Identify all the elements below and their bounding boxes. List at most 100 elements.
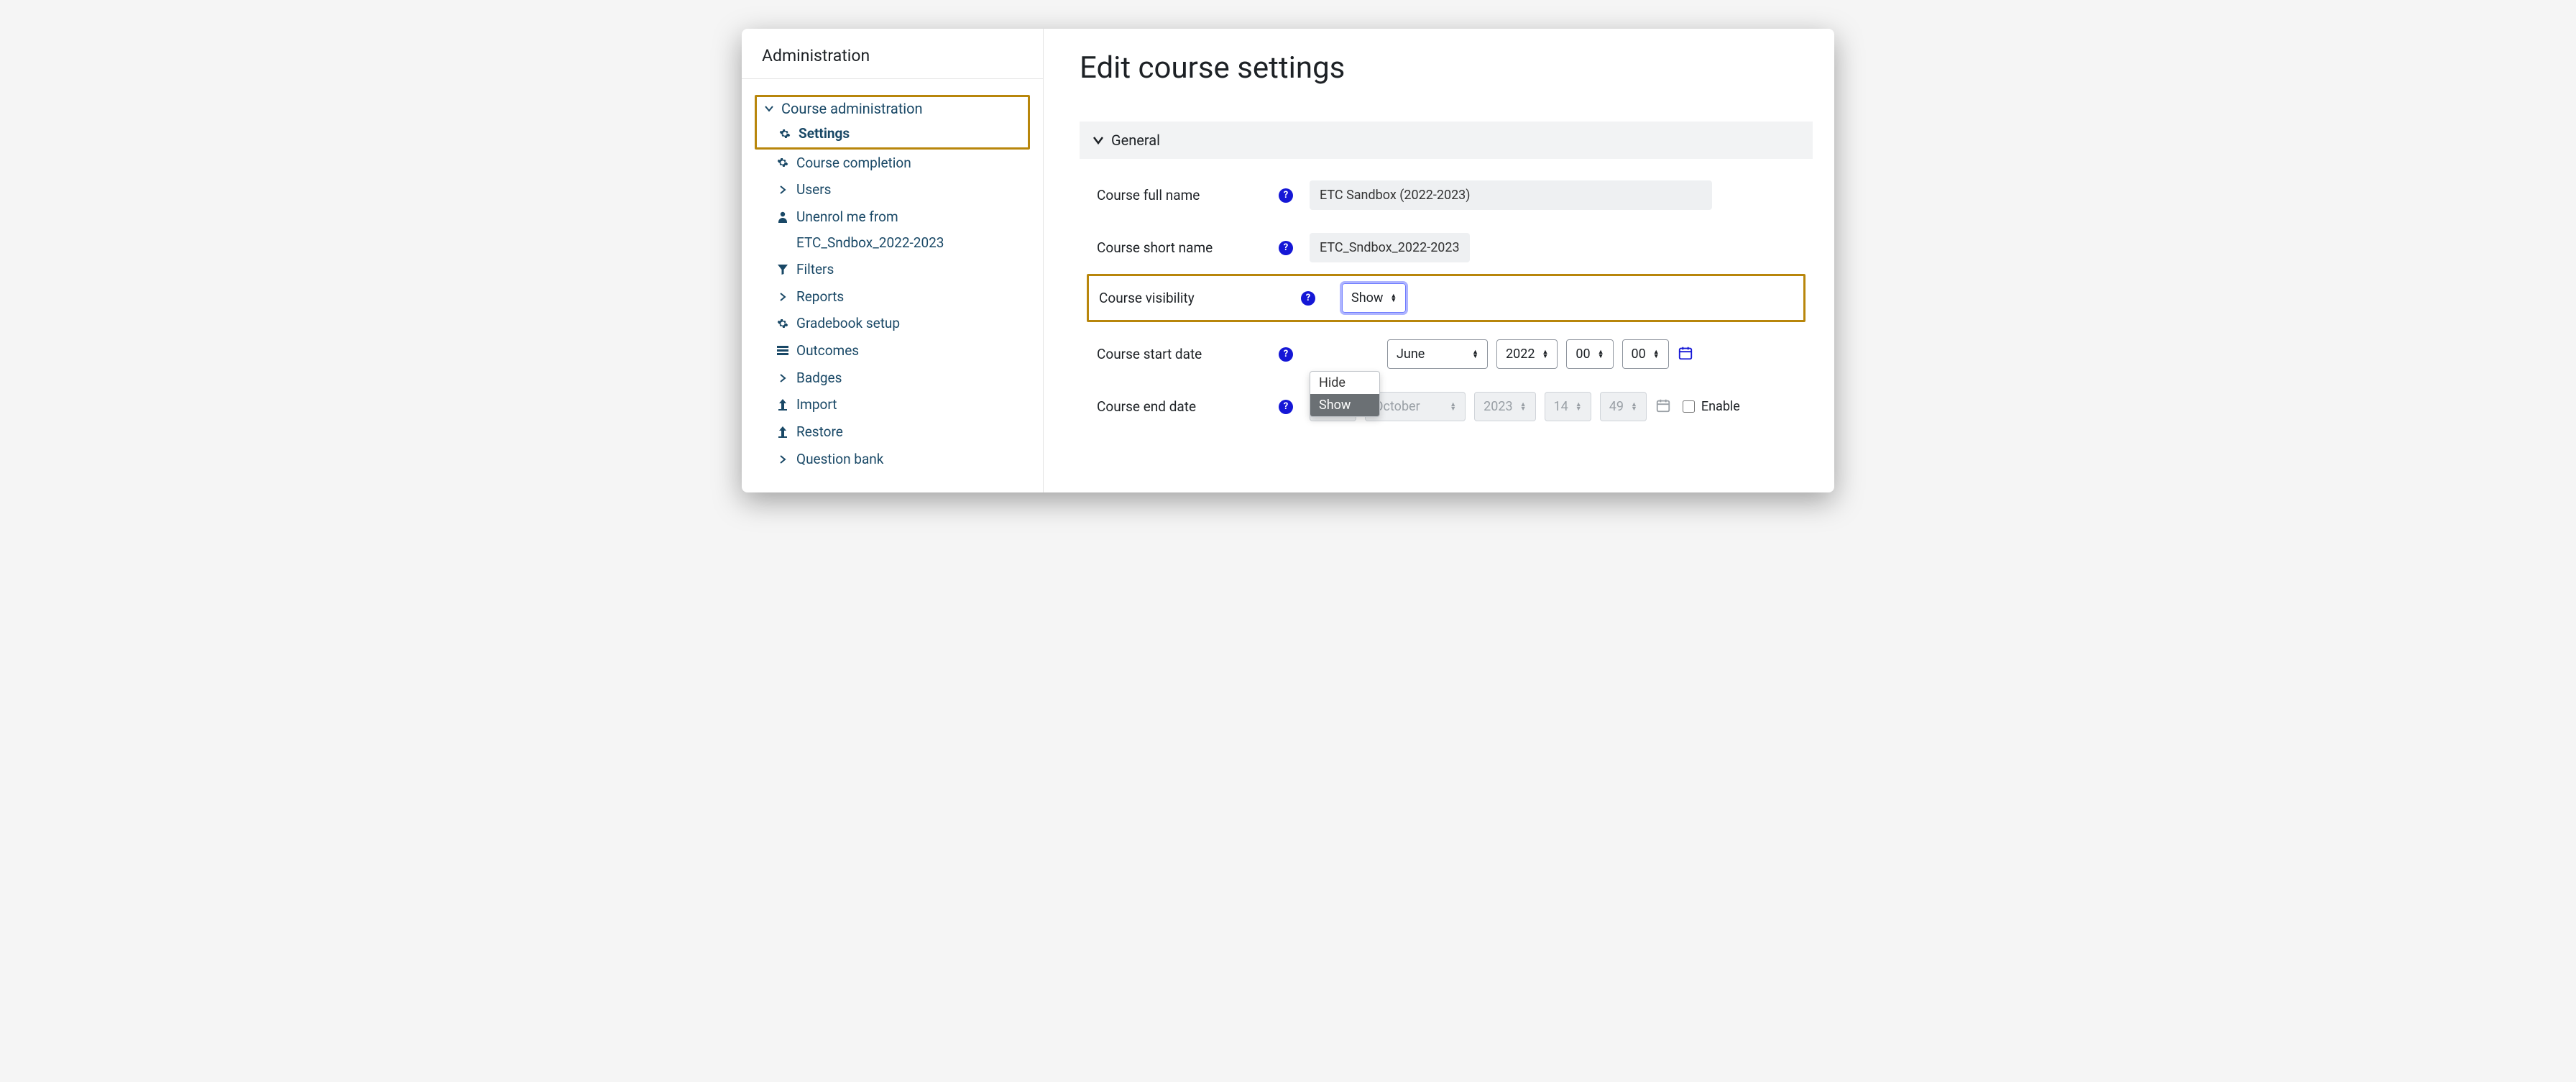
end-date-enable[interactable]: Enable	[1680, 398, 1740, 415]
chevron-down-icon	[763, 104, 776, 113]
app-window: Administration Course administration Set…	[742, 29, 1834, 492]
form-general: Course full name ? ETC Sandbox (2022-202…	[1080, 159, 1813, 433]
end-month-select: October	[1365, 392, 1466, 421]
tree-item-course-completion[interactable]: Course completion	[755, 150, 1030, 177]
sort-icon	[1390, 294, 1397, 303]
start-month-select[interactable]: June	[1387, 339, 1488, 369]
chevron-right-icon	[776, 293, 789, 301]
tree-label: Course completion	[796, 154, 911, 173]
tree-label: Settings	[799, 124, 850, 143]
help-icon[interactable]: ?	[1279, 241, 1293, 255]
end-month-value: October	[1374, 399, 1420, 414]
tree-label: Users	[796, 180, 831, 199]
tree-course-administration[interactable]: Course administration	[757, 97, 1028, 120]
label-end-date: Course end date	[1087, 398, 1274, 415]
start-min-value: 00	[1632, 347, 1646, 362]
tree-label: Unenrol me from	[796, 208, 898, 226]
visibility-option-show[interactable]: Show	[1310, 394, 1379, 416]
filter-icon	[776, 264, 789, 275]
tree-label: Reports	[796, 288, 844, 306]
end-date-enable-checkbox[interactable]	[1683, 400, 1695, 413]
gear-icon	[776, 318, 789, 329]
admin-tree: Course administration Settings Course co…	[742, 79, 1043, 472]
sort-icon	[1576, 403, 1582, 411]
visibility-select[interactable]: Show	[1342, 283, 1406, 313]
tree-label-line2: ETC_Sndbox_2022-2023	[776, 234, 1024, 252]
admin-sidebar: Administration Course administration Set…	[742, 29, 1044, 492]
chevron-right-icon	[776, 455, 789, 464]
sort-icon	[1472, 350, 1478, 359]
tree-item-outcomes[interactable]: Outcomes	[755, 337, 1030, 365]
help-icon[interactable]: ?	[1279, 188, 1293, 203]
tree-label: Filters	[796, 260, 834, 279]
value-short-name: ETC_Sndbox_2022-2023	[1310, 233, 1470, 262]
tree-label: Course administration	[781, 100, 923, 117]
sort-icon	[1631, 403, 1637, 411]
help-icon[interactable]: ?	[1279, 347, 1293, 362]
tree-label: Restore	[796, 423, 843, 441]
help-icon[interactable]: ?	[1279, 400, 1293, 414]
visibility-option-hide[interactable]: Hide	[1310, 372, 1379, 394]
sort-icon	[1450, 403, 1456, 411]
tree-item-filters[interactable]: Filters	[755, 256, 1030, 283]
row-short-name: Course short name ? ETC_Sndbox_2022-2023	[1087, 221, 1806, 274]
tree-item-settings[interactable]: Settings	[757, 120, 1028, 147]
value-full-name: ETC Sandbox (2022-2023)	[1310, 180, 1712, 210]
label-start-date: Course start date	[1087, 346, 1274, 362]
page-title: Edit course settings	[1080, 50, 1813, 86]
start-min-stepper[interactable]: 00	[1622, 339, 1669, 369]
tree-item-badges[interactable]: Badges	[755, 365, 1030, 392]
sort-icon	[1542, 350, 1548, 359]
row-full-name: Course full name ? ETC Sandbox (2022-202…	[1087, 169, 1806, 221]
sort-icon	[1520, 403, 1527, 411]
label-short-name: Course short name	[1087, 239, 1274, 256]
tree-label: Question bank	[796, 450, 883, 469]
highlight-course-admin: Course administration Settings	[755, 95, 1030, 150]
end-hour-stepper: 14	[1545, 392, 1591, 421]
end-min-stepper: 49	[1600, 392, 1647, 421]
sidebar-title: Administration	[742, 42, 1043, 79]
tree-item-restore[interactable]: Restore	[755, 418, 1030, 446]
chevron-down-icon	[1092, 132, 1104, 149]
visibility-select-value: Show	[1351, 290, 1383, 306]
end-year-stepper: 2023	[1474, 392, 1535, 421]
start-hour-stepper[interactable]: 00	[1566, 339, 1613, 369]
start-year-stepper[interactable]: 2022	[1496, 339, 1558, 369]
start-month-value: June	[1397, 347, 1425, 362]
chevron-right-icon	[776, 374, 789, 382]
sort-icon	[1598, 350, 1604, 359]
tree-item-question-bank[interactable]: Question bank	[755, 446, 1030, 473]
end-min-value: 49	[1609, 399, 1624, 414]
list-icon	[776, 346, 789, 356]
upload-icon	[776, 426, 789, 438]
start-year-value: 2022	[1506, 347, 1535, 362]
tree-item-import[interactable]: Import	[755, 391, 1030, 418]
tree-label: Badges	[796, 369, 842, 388]
calendar-icon[interactable]	[1678, 345, 1693, 364]
gear-icon	[776, 157, 789, 168]
tree-item-users[interactable]: Users	[755, 176, 1030, 203]
gear-icon	[778, 128, 791, 139]
end-hour-value: 14	[1554, 399, 1568, 414]
row-start-date: Course start date ? Hide Show June 2022	[1087, 328, 1806, 380]
tree-item-gradebook[interactable]: Gradebook setup	[755, 310, 1030, 337]
section-title: General	[1111, 132, 1160, 149]
tree-label: Gradebook setup	[796, 314, 900, 333]
enable-label: Enable	[1701, 399, 1740, 414]
tree-item-reports[interactable]: Reports	[755, 283, 1030, 311]
tree-item-unenrol[interactable]: Unenrol me from ETC_Sndbox_2022-2023	[755, 203, 1030, 256]
section-general-toggle[interactable]: General	[1080, 122, 1813, 159]
end-year-value: 2023	[1484, 399, 1512, 414]
row-visibility: Course visibility ? Show	[1087, 274, 1806, 328]
person-icon	[776, 211, 789, 223]
start-hour-value: 00	[1576, 347, 1590, 362]
visibility-dropdown: Hide Show	[1310, 371, 1380, 417]
tree-label: Import	[796, 395, 837, 414]
sort-icon	[1653, 350, 1660, 359]
label-full-name: Course full name	[1087, 187, 1274, 203]
row-end-date: Course end date ? 13 October 2023	[1087, 380, 1806, 433]
upload-icon	[776, 399, 789, 411]
label-visibility: Course visibility	[1099, 290, 1286, 306]
calendar-icon	[1655, 398, 1671, 416]
help-icon[interactable]: ?	[1301, 291, 1315, 306]
